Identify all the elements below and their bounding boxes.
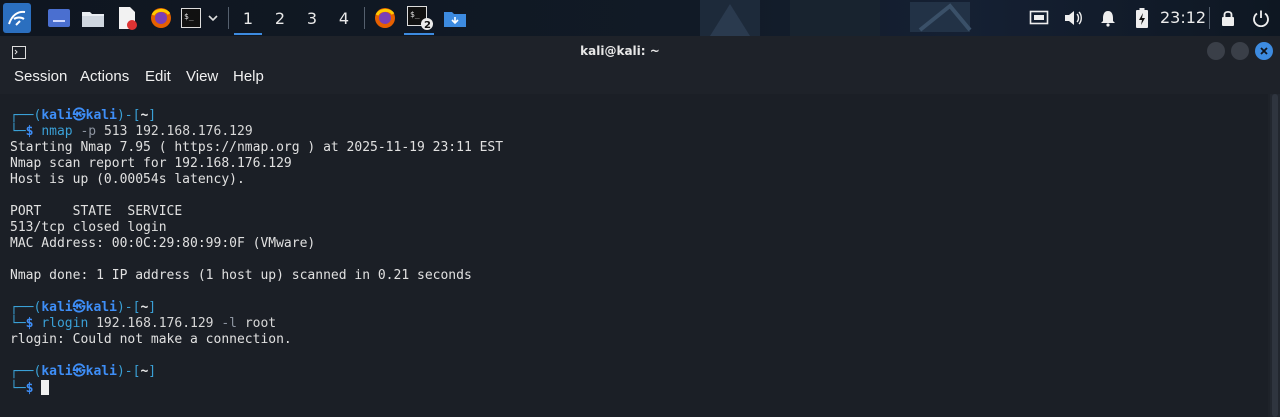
close-icon — [1260, 47, 1268, 55]
menu-edit[interactable]: Edit — [145, 68, 171, 85]
close-button[interactable] — [1255, 42, 1273, 60]
display-icon[interactable] — [1028, 6, 1050, 30]
prompt-user: kali — [41, 364, 73, 379]
prompt-box-top: ┌──( — [10, 300, 42, 315]
prompt-box-bottom: └─ — [10, 316, 26, 331]
clock[interactable]: 23:12 — [1160, 8, 1206, 27]
command-flag: -p — [80, 124, 97, 139]
volume-icon[interactable] — [1062, 6, 1084, 30]
prompt-box-bottom: └─ — [10, 124, 26, 139]
prompt-separator: )-[ — [116, 300, 141, 315]
wallpaper-decoration — [700, 0, 972, 36]
workspace-4[interactable]: 4 — [330, 5, 358, 31]
battery-charging-icon[interactable] — [1132, 6, 1152, 30]
prompt-at-symbol: ㉿ — [72, 300, 86, 315]
svg-text:$_: $_ — [410, 10, 420, 19]
prompt-line: ┌──(kali㉿kali)-[~] — [10, 364, 1268, 380]
output-line: Nmap scan report for 192.168.176.129 — [10, 156, 292, 171]
prompt-at-symbol: ㉿ — [72, 364, 86, 379]
text-editor-icon[interactable] — [114, 6, 140, 30]
output-line: 513/tcp closed login — [10, 220, 167, 235]
output-line: rlogin: Could not make a connection. — [10, 332, 292, 347]
menu-view[interactable]: View — [186, 68, 218, 85]
output-line: Nmap done: 1 IP address (1 host up) scan… — [10, 268, 472, 283]
command-line: └─$ nmap -p 513 192.168.176.129 — [10, 124, 1268, 140]
output-line: Starting Nmap 7.95 ( https://nmap.org ) … — [10, 140, 504, 155]
command-line: └─$ rlogin 192.168.176.129 -l root — [10, 316, 1268, 332]
output-line: MAC Address: 00:0C:29:80:99:0F (VMware) — [10, 236, 316, 251]
prompt-line: ┌──(kali㉿kali)-[~] — [10, 300, 1268, 316]
terminal-window-count-badge: 2 — [424, 20, 431, 30]
prompt-separator: )-[ — [116, 364, 141, 379]
prompt-box-top: ┌──( — [10, 108, 42, 123]
prompt-line: ┌──(kali㉿kali)-[~] — [10, 108, 1268, 124]
prompt-dollar: $ — [25, 381, 34, 396]
prompt-user: kali — [41, 108, 73, 123]
prompt-dollar: $ — [25, 124, 34, 139]
text-cursor — [41, 380, 50, 395]
output-line: Host is up (0.00054s latency). — [10, 172, 245, 187]
file-manager-icon[interactable] — [80, 6, 106, 30]
maximize-button[interactable] — [1231, 42, 1249, 60]
top-panel: $_ 1 2 3 4 $_ 2 23:12 — [0, 0, 1280, 36]
menu-bar: Session Actions Edit View Help — [0, 66, 1280, 92]
prompt-bracket-end: ] — [148, 300, 157, 315]
prompt-dollar: $ — [25, 316, 34, 331]
command-name: nmap — [41, 124, 73, 139]
menu-actions[interactable]: Actions — [80, 68, 129, 85]
prompt-host: kali — [85, 300, 117, 315]
workspace-1[interactable]: 1 — [234, 5, 262, 35]
prompt-host: kali — [85, 108, 117, 123]
command-args: 192.168.176.129 — [96, 316, 214, 331]
command-args: 513 192.168.176.129 — [103, 124, 253, 139]
output-line: PORT STATE SERVICE — [10, 204, 183, 219]
prompt-host: kali — [85, 364, 117, 379]
command-flag: -l — [221, 316, 237, 331]
prompt-box-bottom: └─ — [10, 381, 26, 396]
terminal-scrollbar[interactable] — [1270, 94, 1280, 417]
svg-text:$_: $_ — [184, 12, 194, 21]
panel-separator — [228, 7, 229, 29]
minimize-button[interactable] — [1207, 42, 1225, 60]
workspace-3[interactable]: 3 — [298, 5, 326, 31]
prompt-user: kali — [41, 300, 73, 315]
firefox-icon[interactable] — [148, 6, 174, 30]
menu-session[interactable]: Session — [14, 68, 67, 85]
notification-bell-icon[interactable] — [1097, 6, 1119, 30]
terminal-window: kali@kali: ~ Session Actions Edit View H… — [0, 36, 1280, 417]
chevron-down-icon[interactable] — [205, 6, 221, 30]
command-args: root — [244, 316, 277, 331]
menu-help[interactable]: Help — [233, 68, 264, 85]
prompt-box-top: ┌──( — [10, 364, 42, 379]
prompt-bracket-end: ] — [148, 108, 157, 123]
command-name: rlogin — [41, 316, 89, 331]
window-titlebar[interactable]: kali@kali: ~ — [0, 36, 1280, 66]
show-desktop-icon[interactable] — [46, 6, 72, 30]
firefox-task-icon[interactable] — [372, 6, 398, 30]
lock-icon[interactable] — [1218, 6, 1238, 30]
workspace-2[interactable]: 2 — [266, 5, 294, 31]
scrollbar-thumb[interactable] — [1272, 94, 1278, 417]
kali-menu-icon[interactable] — [3, 3, 31, 33]
power-icon[interactable] — [1250, 6, 1272, 30]
terminal-task-icon[interactable]: $_ 2 — [405, 6, 435, 30]
prompt-separator: )-[ — [116, 108, 141, 123]
terminal-launcher-icon[interactable]: $_ — [180, 6, 202, 30]
downloads-folder-icon[interactable] — [442, 6, 468, 30]
panel-separator — [1209, 7, 1210, 29]
active-task-indicator — [404, 33, 434, 35]
prompt-at-symbol: ㉿ — [72, 108, 86, 123]
panel-separator — [364, 7, 365, 29]
window-title: kali@kali: ~ — [580, 44, 660, 58]
prompt-bracket-end: ] — [148, 364, 157, 379]
terminal-output[interactable]: ┌──(kali㉿kali)-[~] └─$ nmap -p 513 192.16… — [0, 94, 1268, 417]
command-line: └─$ — [10, 380, 1268, 396]
